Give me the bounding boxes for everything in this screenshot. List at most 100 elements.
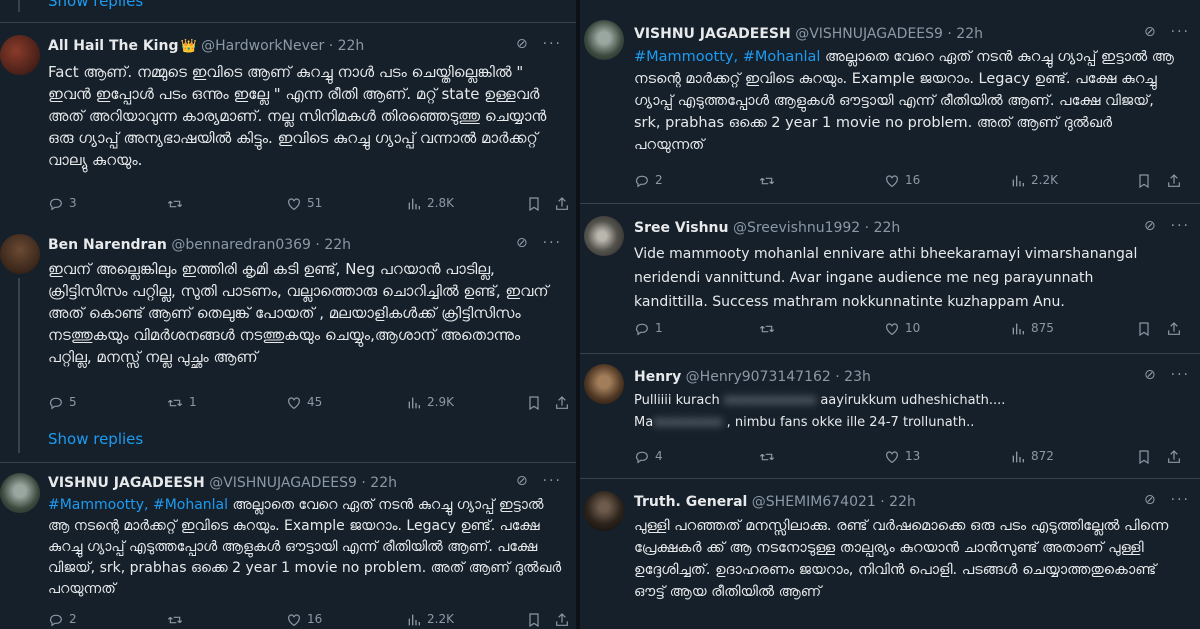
reply-button[interactable]: 5 <box>48 392 77 412</box>
tweet-text: #Mammootty, #Mohanlal അല്ലാതെ വേറെ ഏത് ന… <box>48 497 562 597</box>
bookmark-button[interactable] <box>526 392 547 412</box>
hashtag-link[interactable]: #Mammootty, #Mohanlal <box>634 49 820 65</box>
like-button[interactable]: 13 <box>884 446 920 466</box>
reply-button[interactable]: 3 <box>48 193 77 213</box>
like-button[interactable]: 45 <box>286 392 322 412</box>
display-name[interactable]: Ben Narendran <box>48 237 167 253</box>
views-button[interactable]: 2.8K <box>406 193 454 213</box>
tweet[interactable]: VISHNU JAGADEESH @VISHNUJAGADEES9 · 22h … <box>0 462 576 629</box>
grok-icon[interactable]: ⊘ <box>516 473 530 489</box>
avatar[interactable] <box>0 234 40 274</box>
more-icon[interactable]: ··· <box>1171 492 1190 508</box>
timestamp[interactable]: 22h <box>889 494 916 510</box>
timestamp[interactable]: 22h <box>324 237 351 253</box>
views-button[interactable]: 2.2K <box>1010 170 1058 190</box>
reply-button[interactable]: 1 <box>634 318 663 338</box>
retweet-button[interactable] <box>758 318 781 338</box>
share-button[interactable] <box>1166 318 1187 338</box>
blurred-text: xxxxxxxxxxxx <box>723 393 817 408</box>
bookmark-button[interactable] <box>1136 318 1157 338</box>
user-handle[interactable]: @VISHNUJAGADEES9 <box>795 26 943 42</box>
timestamp[interactable]: 22h <box>874 220 901 236</box>
reply-button[interactable]: 4 <box>634 446 663 466</box>
like-button[interactable]: 16 <box>286 609 322 629</box>
user-handle[interactable]: @HardworkNever <box>201 38 324 54</box>
tweet[interactable]: Henry @Henry9073147162 · 23h ⊘ ··· Pulli… <box>580 353 1200 479</box>
share-button[interactable] <box>1166 170 1187 190</box>
timestamp[interactable]: 22h <box>370 475 397 491</box>
tweet[interactable]: Truth. General @SHEMIM674021 · 22h ⊘ ···… <box>580 478 1200 629</box>
tweet-header: VISHNU JAGADEESH @VISHNUJAGADEES9 · 22h <box>48 475 397 491</box>
display-name[interactable]: Truth. General <box>634 494 747 510</box>
user-handle[interactable]: @SHEMIM674021 <box>752 494 876 510</box>
avatar[interactable] <box>0 35 40 75</box>
share-icon <box>1168 173 1180 187</box>
user-handle[interactable]: @Henry9073147162 <box>686 369 831 385</box>
tweet[interactable]: VISHNU JAGADEESH @VISHNUJAGADEES9 · 22h … <box>580 0 1200 203</box>
tweet-actions: 3 51 2.8K <box>48 193 568 213</box>
views-count: 2.8K <box>427 196 454 210</box>
views-button[interactable]: 2.2K <box>406 609 454 629</box>
more-icon[interactable]: ··· <box>543 36 562 52</box>
display-name[interactable]: VISHNU JAGADEESH <box>634 26 791 42</box>
more-icon[interactable]: ··· <box>1171 218 1190 234</box>
retweet-button[interactable] <box>758 170 781 190</box>
show-replies-link[interactable]: Show replies <box>48 430 143 448</box>
reply-button[interactable]: 2 <box>634 170 663 190</box>
grok-icon[interactable]: ⊘ <box>1144 218 1158 234</box>
bookmark-button[interactable] <box>1136 170 1157 190</box>
display-name[interactable]: All Hail The King <box>48 38 178 54</box>
user-handle[interactable]: @VISHNUJAGADEES9 <box>209 475 357 491</box>
tweet[interactable]: All Hail The King 👑 @HardworkNever · 22h … <box>0 22 576 223</box>
grok-icon[interactable]: ⊘ <box>516 36 530 52</box>
reply-button[interactable]: 2 <box>48 609 77 629</box>
retweet-button[interactable] <box>166 193 189 213</box>
grok-icon[interactable]: ⊘ <box>516 235 530 251</box>
more-icon[interactable]: ··· <box>543 235 562 251</box>
share-button[interactable] <box>554 193 575 213</box>
user-handle[interactable]: @bennaredran0369 <box>171 237 311 253</box>
timestamp[interactable]: 23h <box>844 369 871 385</box>
user-handle[interactable]: @Sreevishnu1992 <box>733 220 860 236</box>
avatar[interactable] <box>0 473 40 513</box>
avatar[interactable] <box>584 364 624 404</box>
grok-icon[interactable]: ⊘ <box>1144 24 1158 40</box>
share-button[interactable] <box>554 609 575 629</box>
retweet-button[interactable] <box>758 446 781 466</box>
thread-line <box>18 0 20 12</box>
views-button[interactable]: 2.9K <box>406 392 454 412</box>
bookmark-button[interactable] <box>526 609 547 629</box>
tweet[interactable]: Ben Narendran @bennaredran0369 · 22h ⊘ ·… <box>0 222 576 462</box>
retweet-button[interactable]: 1 <box>166 392 197 412</box>
more-icon[interactable]: ··· <box>1171 24 1190 40</box>
header-icons: ⊘ ··· <box>516 473 562 493</box>
avatar[interactable] <box>584 491 624 531</box>
display-name[interactable]: Sree Vishnu <box>634 220 728 236</box>
avatar[interactable] <box>584 216 624 256</box>
display-name[interactable]: VISHNU JAGADEESH <box>48 475 205 491</box>
avatar[interactable] <box>584 20 624 60</box>
retweet-button[interactable] <box>166 609 189 629</box>
grok-icon[interactable]: ⊘ <box>1144 367 1158 383</box>
like-button[interactable]: 16 <box>884 170 920 190</box>
bookmark-button[interactable] <box>1136 446 1157 466</box>
views-button[interactable]: 872 <box>1010 446 1054 466</box>
hashtag-link[interactable]: #Mammootty, #Mohanlal <box>48 497 228 513</box>
more-icon[interactable]: ··· <box>543 473 562 489</box>
share-button[interactable] <box>1166 446 1187 466</box>
tweet[interactable]: Sree Vishnu @Sreevishnu1992 · 22h ⊘ ··· … <box>580 203 1200 354</box>
show-replies-link[interactable]: Show replies <box>48 0 143 10</box>
like-count: 16 <box>905 173 921 187</box>
share-button[interactable] <box>554 392 575 412</box>
bookmark-button[interactable] <box>526 193 547 213</box>
display-name[interactable]: Henry <box>634 369 681 385</box>
timestamp[interactable]: 22h <box>956 26 983 42</box>
grok-icon[interactable]: ⊘ <box>1144 492 1158 508</box>
views-button[interactable]: 875 <box>1010 318 1054 338</box>
more-icon[interactable]: ··· <box>1171 367 1190 383</box>
reply-count: 3 <box>69 196 77 210</box>
timestamp[interactable]: 22h <box>338 38 365 54</box>
like-button[interactable]: 10 <box>884 318 920 338</box>
reply-icon <box>635 451 648 464</box>
like-button[interactable]: 51 <box>286 193 322 213</box>
